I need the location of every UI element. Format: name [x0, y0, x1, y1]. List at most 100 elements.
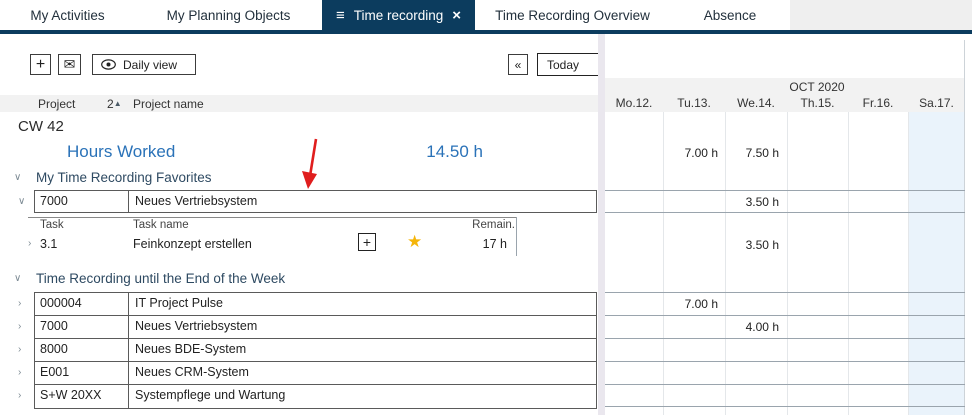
project-code-cell[interactable]: 000004 [35, 293, 128, 315]
chevron-right-icon[interactable]: › [18, 298, 21, 309]
project-code-cell[interactable]: E001 [35, 362, 128, 384]
weekend-column-shading [908, 112, 965, 415]
eye-icon [101, 59, 116, 70]
day-header-fr[interactable]: Fr.16. [848, 96, 908, 110]
plus-icon: + [35, 55, 46, 73]
project-name-cell[interactable]: Systempflege und Wartung [128, 385, 596, 408]
chevron-down-icon[interactable]: ∨ [14, 273, 21, 284]
project-row[interactable]: S+W 20XX Systempflege und Wartung [35, 385, 596, 408]
project-column-header[interactable]: Project [38, 97, 75, 111]
project-code-cell[interactable]: S+W 20XX [35, 385, 128, 408]
row-000004-hours-tu[interactable]: 7.00 h [663, 296, 722, 312]
project-name-column-header[interactable]: Project name [133, 97, 204, 111]
time-recording-app: My Activities My Planning Objects ≡ Time… [0, 0, 972, 415]
week-recording-section-title: Time Recording until the End of the Week [36, 271, 286, 286]
project-row[interactable]: 7000 Neues Vertriebsystem [35, 316, 596, 339]
task-name[interactable]: Feinkonzept erstellen [133, 237, 252, 251]
previous-period-button[interactable]: « [508, 54, 528, 75]
today-button[interactable]: Today [537, 53, 605, 76]
tab-my-activities[interactable]: My Activities [0, 0, 135, 30]
tab-my-planning-objects[interactable]: My Planning Objects [135, 0, 322, 30]
project-code-cell[interactable]: 7000 [35, 191, 128, 212]
plus-icon: + [362, 234, 372, 250]
favorite-star-icon[interactable]: ★ [407, 232, 422, 252]
task-column-header: Task [40, 219, 64, 231]
task-id[interactable]: 3.1 [40, 237, 57, 251]
tab-bar-filler [790, 0, 972, 30]
chevron-right-icon[interactable]: › [18, 321, 21, 332]
add-button[interactable]: + [30, 54, 51, 75]
add-time-entry-button[interactable]: + [358, 233, 376, 251]
chevron-down-icon[interactable]: ∨ [14, 172, 21, 183]
today-label: Today [547, 57, 580, 72]
scrollbar-track[interactable] [965, 34, 972, 415]
chevron-right-icon[interactable]: › [18, 344, 21, 355]
grid-hline [605, 406, 965, 407]
tab-absence[interactable]: Absence [670, 0, 790, 30]
daily-view-label: Daily view [123, 57, 178, 72]
tab-label: My Activities [30, 7, 105, 23]
tab-label: Absence [703, 7, 757, 23]
tab-label: Time Recording Overview [495, 7, 650, 23]
project-row[interactable]: 8000 Neues BDE-System [35, 339, 596, 362]
pane-splitter[interactable] [598, 34, 605, 415]
tab-label: My Planning Objects [166, 7, 291, 23]
favorites-section-title: My Time Recording Favorites [36, 170, 212, 185]
mail-button[interactable]: ✉ [58, 54, 81, 75]
month-label: OCT 2020 [789, 80, 845, 94]
grid-hline [605, 212, 965, 213]
day-header-mo[interactable]: Mo.12. [605, 96, 663, 110]
project-header-band [0, 95, 598, 112]
favorite-project-hours-we[interactable]: 3.50 h [725, 194, 783, 210]
chevron-right-icon[interactable]: › [28, 238, 31, 249]
daily-view-button[interactable]: Daily view [92, 54, 196, 75]
row-7000-hours-we[interactable]: 4.00 h [725, 319, 783, 335]
grid-hline [605, 315, 965, 316]
tab-time-recording-overview[interactable]: Time Recording Overview [475, 0, 670, 30]
project-code-cell[interactable]: 7000 [35, 316, 128, 338]
grid-hline [605, 338, 965, 339]
hours-worked-label: Hours Worked [67, 142, 176, 161]
task-remaining-hours: 17 h [482, 237, 507, 251]
project-name-cell[interactable]: Neues Vertriebsystem [128, 191, 596, 212]
back-icon: « [514, 57, 522, 72]
tab-label: Time recording [353, 7, 444, 23]
chevron-right-icon[interactable]: › [18, 390, 21, 401]
sort-order-number: 2 [107, 97, 114, 111]
day-header-we[interactable]: We.14. [725, 96, 787, 110]
project-name-cell[interactable]: IT Project Pulse [128, 293, 596, 315]
close-icon[interactable]: × [452, 8, 461, 23]
project-code-cell[interactable]: 8000 [35, 339, 128, 361]
grid-hline [605, 361, 965, 362]
day-header-th[interactable]: Th.15. [787, 96, 848, 110]
task-hours-we[interactable]: 3.50 h [725, 237, 783, 253]
grid-vline [848, 112, 849, 415]
project-row[interactable]: E001 Neues CRM-System [35, 362, 596, 385]
task-name-column-header: Task name [133, 219, 189, 231]
hours-worked-we: 7.50 h [745, 146, 779, 160]
day-header-sa[interactable]: Sa.17. [908, 96, 965, 110]
task-table-right-border [516, 217, 517, 256]
sort-asc-icon: ▲ [113, 99, 122, 108]
favorite-project-row[interactable]: 7000 Neues Vertriebsystem [34, 190, 597, 213]
project-name-cell[interactable]: Neues CRM-System [128, 362, 596, 384]
chevron-right-icon[interactable]: › [18, 367, 21, 378]
sort-indicator: 2▲ [107, 97, 122, 111]
hours-worked-tu: 7.00 h [684, 146, 718, 160]
annotation-arrow [298, 136, 324, 192]
tab-bar: My Activities My Planning Objects ≡ Time… [0, 0, 972, 30]
tab-time-recording[interactable]: ≡ Time recording × [322, 0, 475, 30]
project-row[interactable]: 000004 IT Project Pulse [35, 293, 596, 316]
week-recording-table: 000004 IT Project Pulse 7000 Neues Vertr… [34, 292, 597, 409]
project-name-cell[interactable]: Neues BDE-System [128, 339, 596, 361]
project-name-cell[interactable]: Neues Vertriebsystem [128, 316, 596, 338]
remain-column-header: Remain. [472, 219, 515, 231]
hours-worked-total: 14.50 h [426, 142, 483, 161]
day-header-tu[interactable]: Tu.13. [663, 96, 725, 110]
task-table-top-border [28, 217, 516, 218]
chevron-down-icon[interactable]: ∨ [18, 196, 25, 207]
menu-icon[interactable]: ≡ [336, 8, 345, 23]
grid-hline [605, 384, 965, 385]
week-group-label: CW 42 [18, 118, 64, 135]
grid-hline [605, 190, 965, 191]
